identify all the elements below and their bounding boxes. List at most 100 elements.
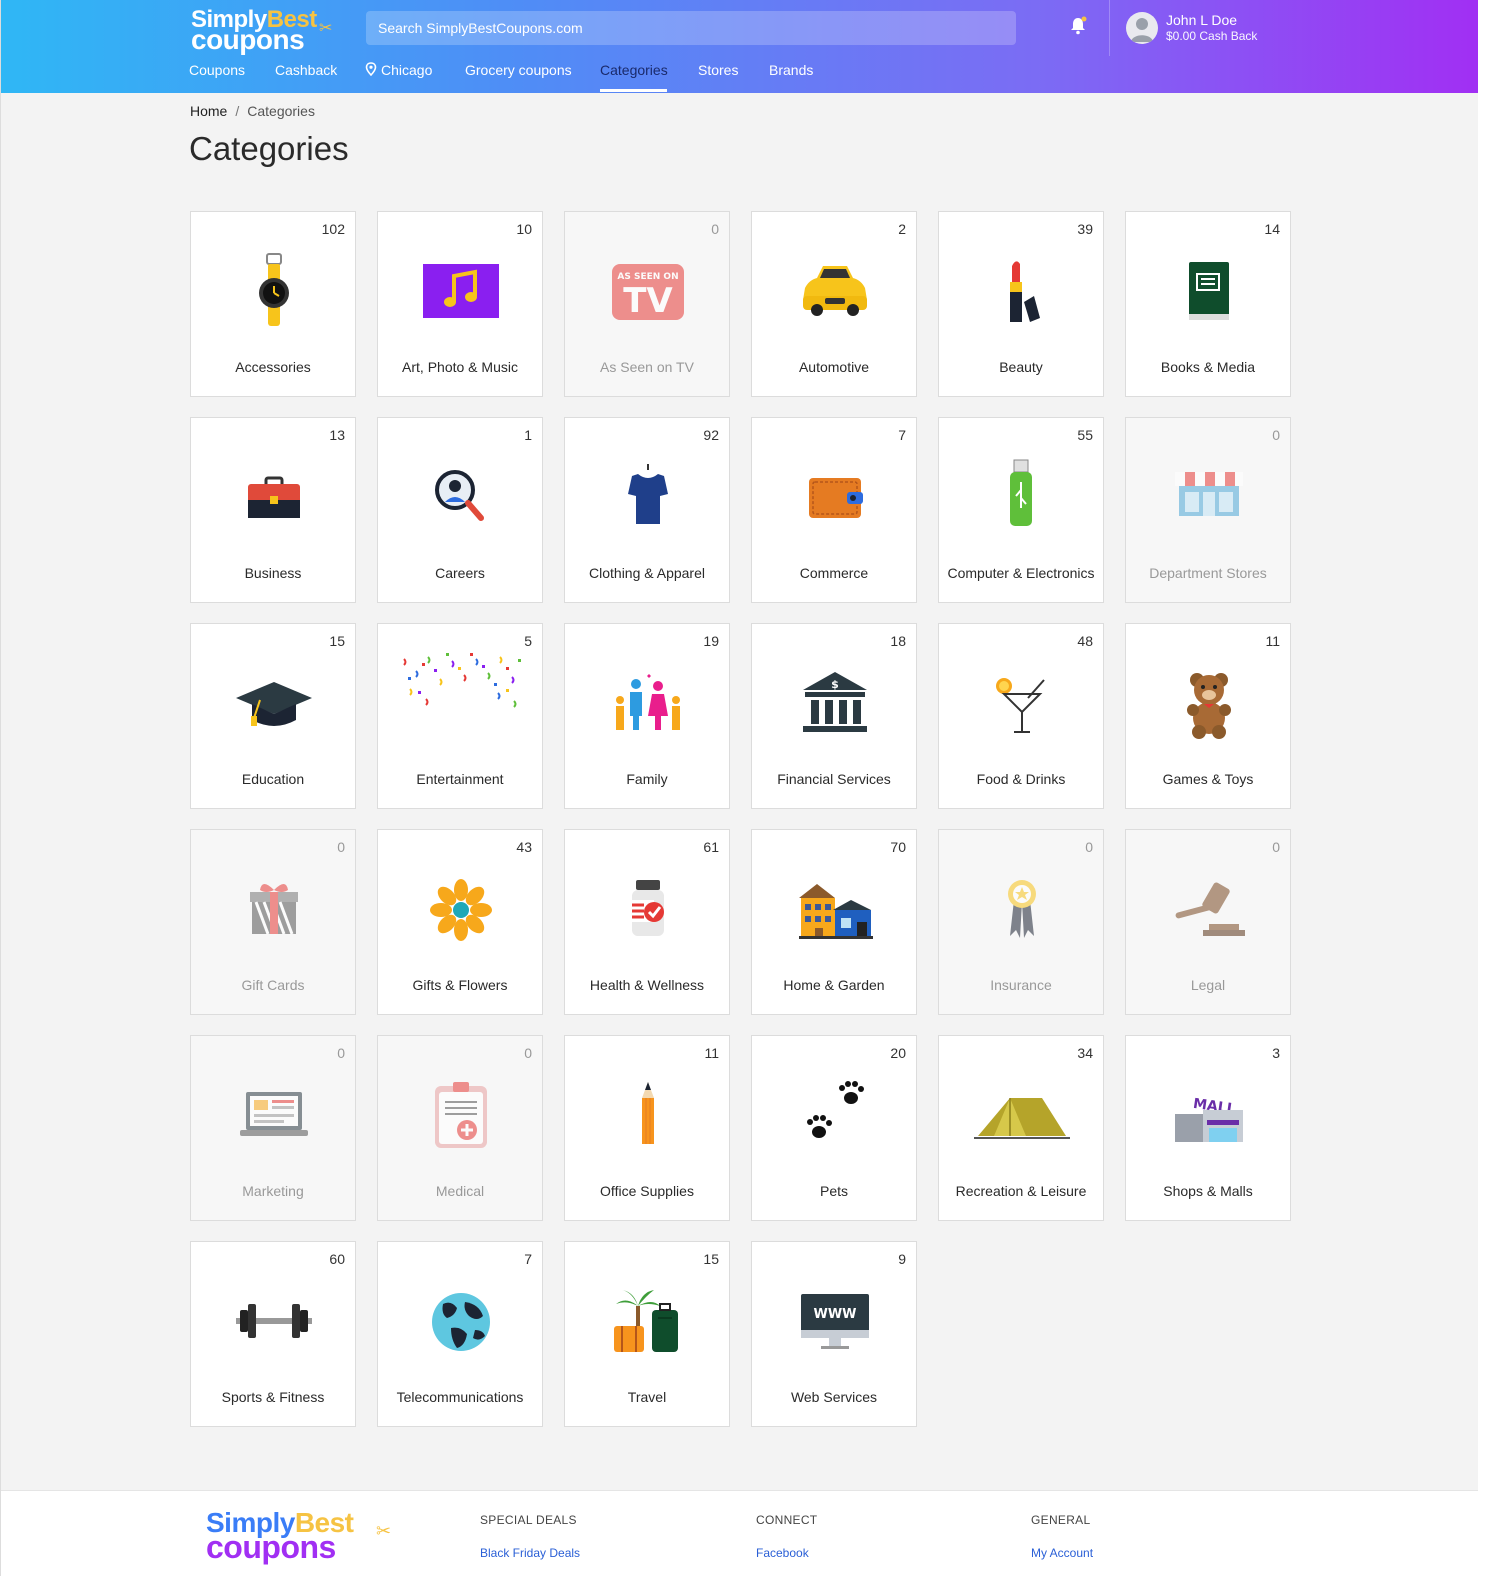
gift-box-icon [234, 870, 314, 950]
svg-text:$: $ [831, 678, 839, 691]
pencil-icon [608, 1076, 688, 1156]
category-label: Games & Toys [1162, 771, 1254, 787]
as-seen-on-tv-icon: AS SEEN ON TV [608, 252, 688, 332]
category-card-business[interactable]: 13 Business [190, 417, 356, 603]
footer-link-facebook[interactable]: Facebook [756, 1546, 809, 1560]
category-count: 15 [703, 1251, 719, 1267]
category-card-web-services[interactable]: 9 WWW Web Services [751, 1241, 917, 1427]
category-count: 20 [890, 1045, 906, 1061]
category-label: Office Supplies [600, 1183, 694, 1199]
category-count: 15 [329, 633, 345, 649]
category-card-home-garden[interactable]: 70 Home & Garden [751, 829, 917, 1015]
category-card-insurance[interactable]: 0 Insurance [938, 829, 1104, 1015]
magnifier-person-icon [421, 458, 501, 538]
tent-icon [972, 1076, 1072, 1156]
category-card-gifts-flowers[interactable]: 43 Gifts & Flowers [377, 829, 543, 1015]
category-card-health-wellness[interactable]: 61 Health & Wellness [564, 829, 730, 1015]
category-count: 2 [898, 221, 906, 237]
window-edge [1478, 0, 1486, 1576]
site-logo[interactable]: SimplyBest coupons ✂ [191, 8, 341, 54]
category-card-family[interactable]: 19 Family [564, 623, 730, 809]
category-label: Telecommunications [396, 1389, 524, 1405]
category-label: Sports & Fitness [221, 1389, 325, 1405]
avatar[interactable] [1126, 12, 1158, 44]
category-card-pets[interactable]: 20 Pets [751, 1035, 917, 1221]
nav-brands[interactable]: Brands [769, 62, 813, 78]
category-count: 19 [703, 633, 719, 649]
category-card-entertainment[interactable]: 5 Entertainment [377, 623, 543, 809]
pill-bottle-icon [608, 870, 688, 950]
category-label: Art, Photo & Music [402, 359, 518, 375]
user-name[interactable]: John L Doe [1166, 12, 1237, 28]
category-card-art-photo-music[interactable]: 10 Art, Photo & Music [377, 211, 543, 397]
category-card-sports-fitness[interactable]: 60 Sports & Fitness [190, 1241, 356, 1427]
category-card-gift-cards[interactable]: 0 Gift Cards [190, 829, 356, 1015]
footer-heading-special-deals: SPECIAL DEALS [480, 1513, 577, 1527]
category-card-clothing-apparel[interactable]: 92 Clothing & Apparel [564, 417, 730, 603]
category-label: Automotive [798, 359, 870, 375]
nav-cashback[interactable]: Cashback [275, 62, 337, 78]
storefront-icon [1169, 458, 1249, 538]
houses-icon [795, 870, 875, 950]
category-card-accessories[interactable]: 102 Accessories [190, 211, 356, 397]
category-card-medical[interactable]: 0 Medical [377, 1035, 543, 1221]
category-card-travel[interactable]: 15 Travel [564, 1241, 730, 1427]
category-label: Entertainment [416, 771, 504, 787]
footer-logo[interactable]: SimplyBest coupons ✂ [206, 1509, 406, 1569]
category-card-financial-services[interactable]: 18 $ Financial Services [751, 623, 917, 809]
category-card-legal[interactable]: 0 Legal [1125, 829, 1291, 1015]
cash-back-balance: $0.00 Cash Back [1166, 29, 1258, 43]
category-card-department-stores[interactable]: 0 Department Stores [1125, 417, 1291, 603]
category-count: 13 [329, 427, 345, 443]
category-card-beauty[interactable]: 39 Beauty [938, 211, 1104, 397]
category-card-office-supplies[interactable]: 11 Office Supplies [564, 1035, 730, 1221]
footer-heading-connect: CONNECT [756, 1513, 818, 1527]
nav-coupons[interactable]: Coupons [189, 62, 245, 78]
category-label: Clothing & Apparel [589, 565, 705, 581]
nav-categories[interactable]: Categories [600, 62, 668, 78]
category-count: 1 [524, 427, 532, 443]
dumbbell-icon [234, 1282, 314, 1362]
site-header: SimplyBest coupons ✂ Search SimplyBestCo… [1, 0, 1479, 93]
nav-grocery-coupons[interactable]: Grocery coupons [465, 62, 572, 78]
category-label: Computer & Electronics [947, 565, 1095, 581]
mall-icon: MALL [1169, 1076, 1249, 1156]
category-card-as-seen-on-tv[interactable]: 0 AS SEEN ON TV As Seen on TV [564, 211, 730, 397]
site-footer: SimplyBest coupons ✂ SPECIAL DEALS Black… [1, 1490, 1479, 1576]
footer-link-black-friday[interactable]: Black Friday Deals [480, 1546, 580, 1560]
category-label: Gift Cards [241, 977, 305, 993]
category-card-commerce[interactable]: 7 Commerce [751, 417, 917, 603]
category-card-computer-electronics[interactable]: 55 Computer & Electronics [938, 417, 1104, 603]
nav-stores[interactable]: Stores [698, 62, 738, 78]
category-card-automotive[interactable]: 2 Automotive [751, 211, 917, 397]
globe-icon [421, 1282, 501, 1362]
category-card-recreation-leisure[interactable]: 34 Recreation & Leisure [938, 1035, 1104, 1221]
category-card-food-drinks[interactable]: 48 Food & Drinks [938, 623, 1104, 809]
category-card-education[interactable]: 15 Education [190, 623, 356, 809]
footer-link-my-account[interactable]: My Account [1031, 1546, 1093, 1560]
category-card-careers[interactable]: 1 Careers [377, 417, 543, 603]
category-card-marketing[interactable]: 0 Marketing [190, 1035, 356, 1221]
category-card-shops-malls[interactable]: 3 MALL Shops & Malls [1125, 1035, 1291, 1221]
category-card-telecommunications[interactable]: 7 Telecommunications [377, 1241, 543, 1427]
category-card-books-media[interactable]: 14 Books & Media [1125, 211, 1291, 397]
category-count: 70 [890, 839, 906, 855]
category-count: 5 [524, 633, 532, 649]
scissors-icon: ✂ [319, 20, 333, 37]
monitor-www-icon: WWW [795, 1282, 875, 1362]
music-note-icon [421, 252, 501, 332]
category-count: 55 [1077, 427, 1093, 443]
category-label: Accessories [235, 359, 311, 375]
category-label: Marketing [242, 1183, 304, 1199]
bank-icon: $ [795, 664, 875, 744]
nav-location[interactable]: Chicago [365, 62, 432, 78]
category-label: Legal [1190, 977, 1226, 993]
category-card-games-toys[interactable]: 11 Games & Toys [1125, 623, 1291, 809]
breadcrumb-home[interactable]: Home [190, 103, 227, 119]
search-input[interactable]: Search SimplyBestCoupons.com [366, 11, 1016, 45]
category-count: 0 [337, 839, 345, 855]
category-count: 61 [703, 839, 719, 855]
bell-icon[interactable] [1069, 16, 1087, 36]
category-label: Beauty [999, 359, 1043, 375]
graduation-cap-icon [234, 664, 314, 744]
